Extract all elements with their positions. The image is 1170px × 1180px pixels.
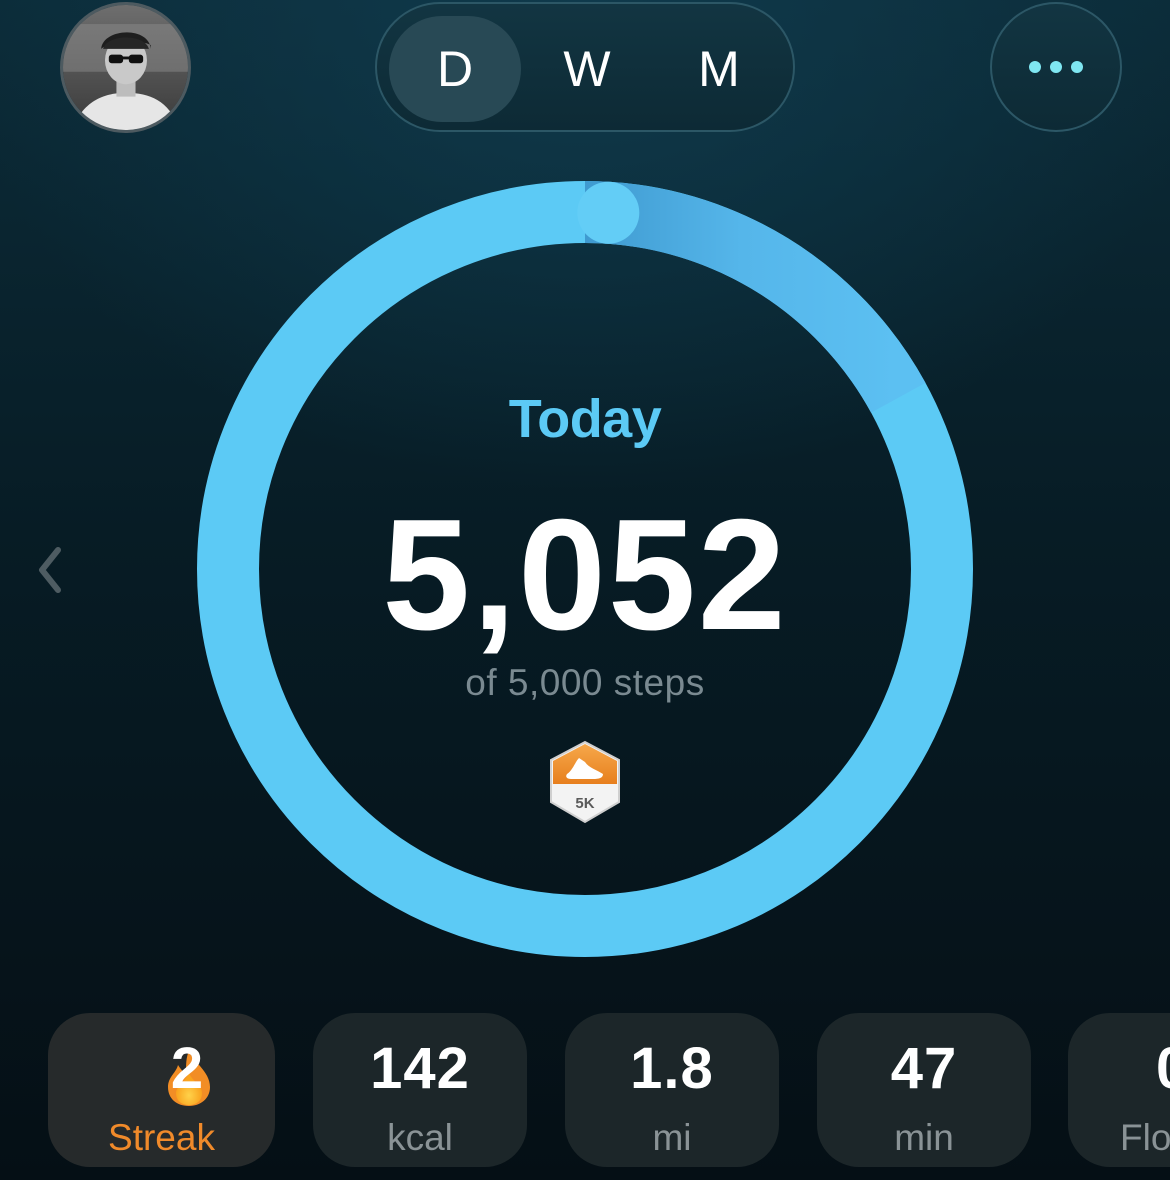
distance-value: 1.8 [630,1036,714,1101]
distance-card[interactable]: 1.8 mi [565,1013,779,1167]
calories-label: kcal [387,1117,453,1158]
floors-value: 0 [1068,1035,1170,1102]
steps-app-screen: D W M Today 5,052 of 5,000 steps 5K 2 St… [0,0,1170,1180]
streak-card[interactable]: 2 Streak [48,1013,275,1167]
step-progress-ring-area: Today 5,052 of 5,000 steps 5K [0,0,1170,1180]
active-minutes-card[interactable]: 47 min [817,1013,1031,1167]
ring-progress-cap [577,181,640,244]
svg-text:5K: 5K [575,795,594,812]
step-goal-text: of 5,000 steps [465,662,705,703]
ring-overflow-arc [584,181,926,413]
active-minutes-label: min [894,1117,954,1158]
floors-label: Flo [1120,1117,1170,1158]
step-count-value: 5,052 [382,487,788,663]
floors-card[interactable]: 0 Flo [1068,1013,1170,1167]
streak-label: Streak [108,1117,215,1158]
5k-shoe-badge-icon[interactable]: 5K [545,740,625,824]
calories-value: 142 [370,1036,470,1101]
active-minutes-value: 47 [890,1036,958,1101]
distance-label: mi [652,1117,692,1158]
streak-value: 2 [170,1036,205,1101]
ring-title: Today [508,389,662,449]
calories-card[interactable]: 142 kcal [313,1013,527,1167]
